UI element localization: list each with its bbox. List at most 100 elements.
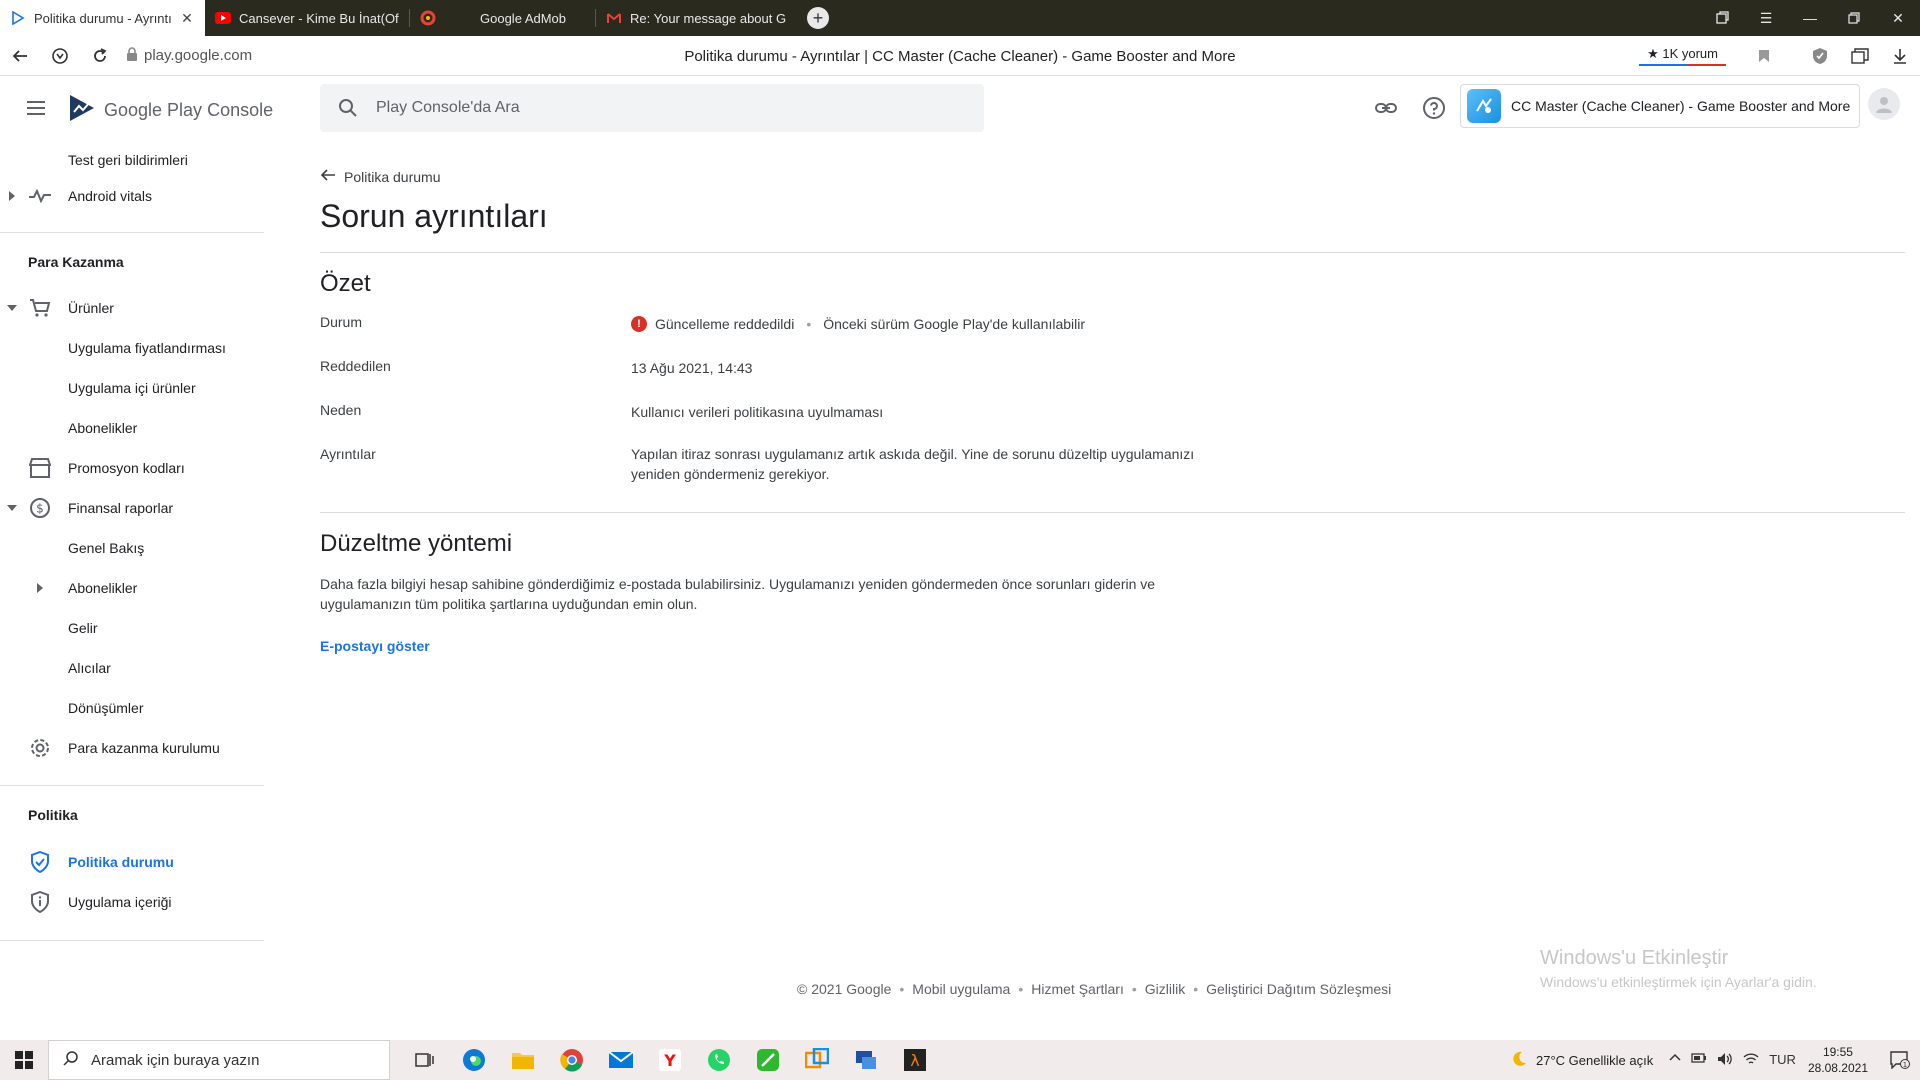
edge-icon[interactable] (449, 1040, 498, 1080)
collapse-arrow-icon[interactable] (6, 502, 18, 514)
windows-start-icon[interactable] (0, 1040, 48, 1080)
youtube-icon (215, 10, 231, 26)
footer-link-distribution-agreement[interactable]: Geliştirici Dağıtım Sözleşmesi (1206, 981, 1391, 997)
sidebar-item-promo-codes[interactable]: Promosyon kodları (0, 448, 264, 488)
wifi-icon[interactable] (1743, 1052, 1759, 1069)
expand-arrow-icon[interactable] (34, 582, 46, 594)
clock-date: 28.08.2021 (1807, 1061, 1868, 1075)
system-tray: 27°C Genellikle açık TUR 19:55 28.08.202… (1510, 1040, 1920, 1080)
hamburger-menu-icon[interactable] (24, 96, 48, 120)
gear-icon (28, 736, 52, 760)
protect-icon[interactable] (1800, 36, 1840, 76)
dot-separator: • (806, 316, 812, 332)
lock-icon (126, 46, 138, 65)
sidebar-item-monetization-setup[interactable]: Para kazanma kurulumu (0, 728, 264, 768)
sidebar-item-android-vitals[interactable]: Android vitals (0, 176, 264, 216)
reason-value: Kullanıcı verileri politikasına uyulmama… (631, 404, 884, 420)
expand-arrow-icon[interactable] (6, 190, 18, 202)
window-switch-app-icon[interactable] (792, 1040, 841, 1080)
help-icon[interactable] (1422, 96, 1446, 120)
new-tab-button[interactable]: + (800, 0, 836, 36)
taskbar-search[interactable]: Aramak için buraya yazın (48, 1040, 390, 1080)
chrome-icon[interactable] (547, 1040, 596, 1080)
close-window-icon[interactable]: ✕ (1876, 0, 1920, 36)
reload-icon[interactable] (80, 36, 120, 76)
tab-google-admob[interactable]: Google AdMob (446, 0, 596, 36)
app-selector[interactable]: CC Master (Cache Cleaner) - Game Booster… (1460, 84, 1860, 128)
whatsapp-icon[interactable] (694, 1040, 743, 1080)
avatar[interactable] (1868, 88, 1900, 120)
tab-gmail[interactable]: Re: Your message about G (596, 0, 796, 36)
sidebar-item-policy-status[interactable]: Politika durumu (0, 842, 264, 882)
back-to-policy-status[interactable]: Politika durumu (320, 168, 441, 185)
footer-link-terms[interactable]: Hizmet Şartları (1031, 981, 1124, 997)
chevron-up-icon[interactable] (1669, 1052, 1681, 1069)
sidebar-item-subscriptions[interactable]: Abonelikler (0, 408, 264, 448)
volume-icon[interactable] (1717, 1052, 1733, 1069)
remote-desktop-icon[interactable] (841, 1040, 890, 1080)
close-icon[interactable]: ✕ (179, 10, 195, 27)
show-email-link[interactable]: E-postayı göster (320, 638, 430, 654)
tab-admob-pinned[interactable] (410, 0, 446, 36)
collapse-arrow-icon[interactable] (6, 302, 18, 314)
summary-heading: Özet (320, 270, 371, 297)
sidebar-item-label: Uygulama içeriği (68, 894, 172, 910)
weather-widget[interactable]: 27°C Genellikle açık (1510, 1050, 1653, 1071)
clock-time: 19:55 (1822, 1045, 1853, 1059)
tab-youtube[interactable]: Cansever - Kime Bu İnat(Of (205, 0, 410, 36)
console-search[interactable] (320, 84, 984, 132)
shield-check-icon (28, 850, 52, 874)
tab-manager-icon[interactable] (1700, 0, 1744, 36)
search-input[interactable] (376, 99, 936, 117)
collections-icon[interactable] (1840, 36, 1880, 76)
sidebar-item-financial-reports[interactable]: $ Finansal raporlar (0, 488, 264, 528)
mail-icon[interactable] (596, 1040, 645, 1080)
restore-icon[interactable] (1832, 0, 1876, 36)
back-icon[interactable] (0, 36, 40, 76)
sidebar-item-label: Abonelikler (68, 420, 138, 436)
sidebar-item-app-pricing[interactable]: Uygulama fiyatlandırması (0, 328, 264, 368)
shield-icon[interactable] (40, 36, 80, 76)
sidebar-item-label: Genel Bakış (68, 540, 145, 556)
back-link-label: Politika durumu (344, 168, 441, 185)
file-explorer-icon[interactable] (498, 1040, 547, 1080)
sidebar-item-app-content[interactable]: Uygulama içeriği (0, 882, 264, 922)
feather-app-icon[interactable] (743, 1040, 792, 1080)
tab-policy-status[interactable]: Politika durumu - Ayrıntı ✕ (0, 0, 205, 36)
download-icon[interactable] (1880, 36, 1920, 76)
url-field[interactable]: play.google.com (126, 46, 252, 65)
clock[interactable]: 19:55 28.08.2021 (1808, 1044, 1868, 1076)
sidebar-item-overview[interactable]: Genel Bakış (0, 528, 264, 568)
half-life-icon[interactable]: λ (890, 1040, 939, 1080)
sidebar-item-label: Uygulama fiyatlandırması (68, 340, 226, 356)
svg-text:Y: Y (663, 1051, 676, 1070)
sidebar-item-test-feedback[interactable]: Test geri bildirimleri (0, 140, 264, 180)
sidebar-item-revenue[interactable]: Gelir (0, 608, 264, 648)
sidebar-item-in-app-products[interactable]: Uygulama içi ürünler (0, 368, 264, 408)
yandex-icon[interactable]: Y (645, 1040, 694, 1080)
review-badge[interactable]: ★ 1K yorum (1639, 46, 1726, 66)
battery-icon[interactable] (1691, 1052, 1707, 1069)
footer-link-mobile-app[interactable]: Mobil uygulama (912, 981, 1010, 997)
play-console-logo[interactable]: Google Play Console (68, 93, 273, 128)
link-icon[interactable] (1374, 96, 1398, 120)
bookmark-icon[interactable] (1744, 36, 1784, 76)
page-title-display: Politika durumu - Ayrıntılar | CC Master… (684, 47, 1236, 65)
sidebar-item-label: Gelir (68, 620, 98, 636)
sidebar-item-buyers[interactable]: Alıcılar (0, 648, 264, 688)
footer-link-privacy[interactable]: Gizlilik (1145, 981, 1185, 997)
dot-separator: • (1193, 981, 1199, 997)
watermark-subtitle: Windows'u etkinleştirmek için Ayarlar'a … (1540, 974, 1817, 990)
rejected-label: Reddedilen (320, 358, 391, 374)
sidebar-item-products[interactable]: Ürünler (0, 288, 264, 328)
sidebar-item-subscriptions-report[interactable]: Abonelikler (0, 568, 264, 608)
minimize-icon[interactable]: — (1788, 0, 1832, 36)
taskbar-apps: Y λ (400, 1040, 939, 1080)
notification-center-icon[interactable]: 1 (1880, 1040, 1920, 1080)
language-indicator[interactable]: TUR (1769, 1052, 1796, 1069)
details-value: Yapılan itiraz sonrası uygulamanız artık… (631, 444, 1194, 484)
sidebar-item-conversions[interactable]: Dönüşümler (0, 688, 264, 728)
menu-icon[interactable]: ☰ (1744, 0, 1788, 36)
task-view-icon[interactable] (400, 1040, 449, 1080)
play-console-logo-icon (68, 93, 96, 128)
